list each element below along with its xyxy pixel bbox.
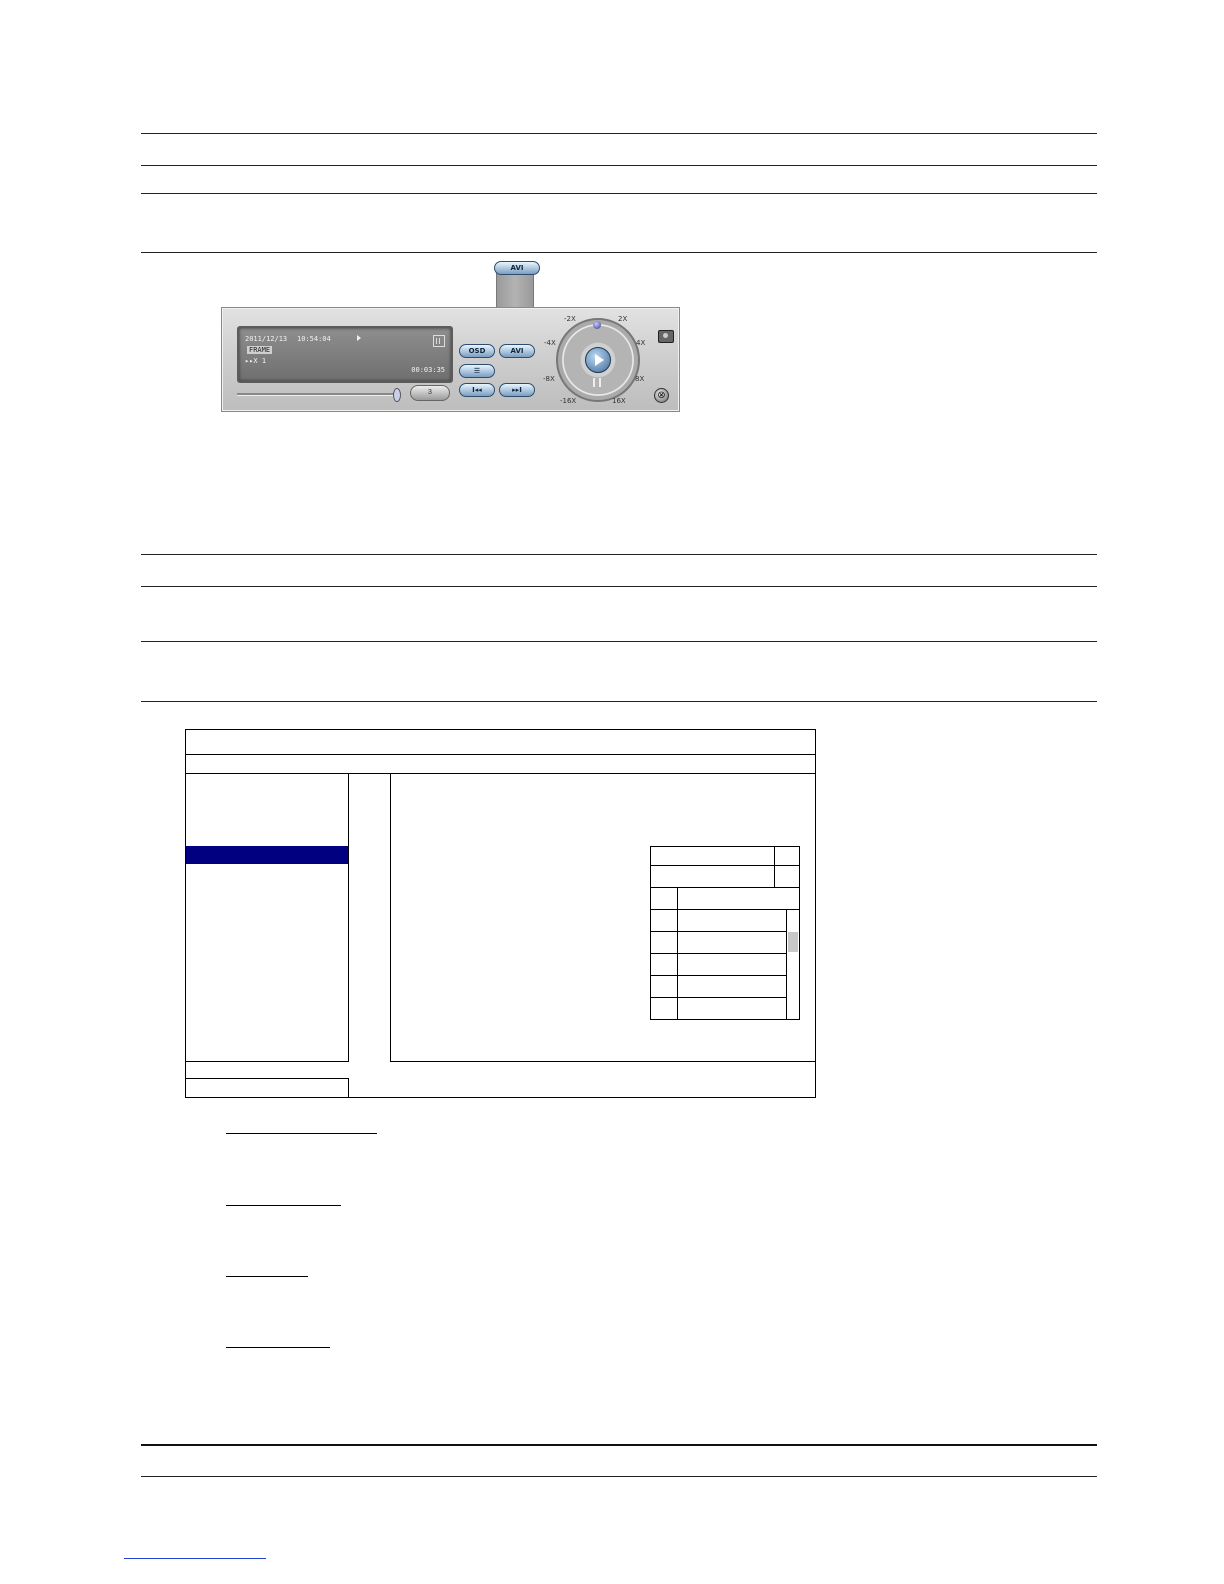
rule-4	[141, 252, 1097, 253]
dial-label-16x: 16X	[612, 397, 626, 405]
elapsed-time: 00:03:35	[411, 366, 445, 374]
section-heading-underline-1	[226, 1133, 377, 1134]
rule-2	[141, 165, 1097, 166]
menu-list-item-selected[interactable]	[186, 846, 348, 864]
playback-speed: ▸▸X 1	[245, 357, 267, 365]
dial-label-2x: 2X	[618, 315, 628, 323]
menu-title-bar	[186, 730, 815, 755]
dial-label-neg16x: -16X	[560, 397, 577, 405]
speed-dial	[556, 318, 640, 402]
section-heading-underline-4	[226, 1347, 330, 1348]
osd-button[interactable]: OSD	[459, 344, 495, 358]
table-header-arrow[interactable]	[774, 846, 800, 866]
table-row-index	[650, 975, 678, 998]
rule-6	[141, 586, 1097, 587]
table-scrollbar[interactable]	[786, 909, 800, 1020]
avi-popup-button[interactable]: AVI	[494, 261, 540, 275]
menu-status-box	[186, 1078, 349, 1097]
dial-label-4x: 4X	[636, 339, 646, 347]
settings-table	[650, 846, 800, 1024]
audio-toggle-button[interactable]: ☰	[459, 364, 495, 378]
stop-icon[interactable]	[593, 321, 601, 329]
playback-time: 10:54:04	[297, 335, 331, 343]
table-row-value[interactable]	[677, 975, 787, 998]
menu-window	[185, 729, 816, 1098]
playback-panel: 2011/12/13 10:54:04 FRAME ▸▸X 1 00:03:35…	[221, 307, 680, 412]
play-status-icon	[357, 335, 361, 341]
table-index-head	[650, 887, 678, 910]
pause-icon-bar	[599, 378, 601, 387]
section-heading-underline-2	[226, 1205, 341, 1206]
camera-icon[interactable]	[658, 330, 674, 343]
menu-list	[186, 773, 349, 1062]
frame-badge: FRAME	[247, 346, 273, 354]
rule-1	[141, 133, 1097, 134]
playback-display: 2011/12/13 10:54:04 FRAME ▸▸X 1 00:03:35	[237, 326, 453, 383]
table-scrollbar-thumb[interactable]	[788, 932, 798, 952]
table-row-arrow[interactable]	[774, 865, 800, 888]
table-row-cell	[650, 865, 775, 888]
table-row-index	[650, 909, 678, 932]
table-row-value[interactable]	[677, 931, 787, 954]
pause-icon[interactable]	[593, 378, 595, 387]
timeline-knob[interactable]	[393, 388, 401, 402]
table-row-value[interactable]	[677, 909, 787, 932]
rule-7	[141, 641, 1097, 642]
rule-5	[141, 554, 1097, 555]
rule-3	[141, 193, 1097, 194]
table-row-value[interactable]	[677, 997, 787, 1020]
equalizer-icon: ☰	[473, 367, 481, 375]
table-header-cell	[650, 846, 775, 866]
play-icon[interactable]	[585, 347, 611, 373]
rule-9	[141, 1444, 1097, 1446]
next-button[interactable]: ▸▸I	[499, 383, 535, 397]
dial-label-8x: 8X	[635, 375, 645, 383]
grid-icon[interactable]	[433, 335, 445, 347]
rule-10	[141, 1476, 1097, 1477]
volume-control[interactable]: 3	[410, 385, 450, 401]
exit-icon[interactable]: ⊗	[654, 388, 669, 403]
menu-sub-bar	[186, 755, 815, 774]
table-row-index	[650, 997, 678, 1020]
rule-8	[141, 701, 1097, 702]
previous-button[interactable]: I◂◂	[459, 383, 495, 397]
dial-label-neg8x: -8X	[543, 375, 555, 383]
table-row-index	[650, 931, 678, 954]
avi-button[interactable]: AVI	[499, 344, 535, 358]
section-heading-underline-3	[226, 1276, 308, 1277]
dial-label-neg2x: -2X	[564, 315, 576, 323]
timeline-slider[interactable]	[237, 393, 397, 396]
playback-date: 2011/12/13	[245, 335, 288, 343]
menu-bottom-bar	[186, 1061, 815, 1078]
table-row-value[interactable]	[677, 953, 787, 976]
footer-link-underline[interactable]	[124, 1558, 266, 1559]
dial-label-neg4x: -4X	[544, 339, 556, 347]
table-row-index	[650, 953, 678, 976]
table-value-head	[677, 887, 800, 910]
